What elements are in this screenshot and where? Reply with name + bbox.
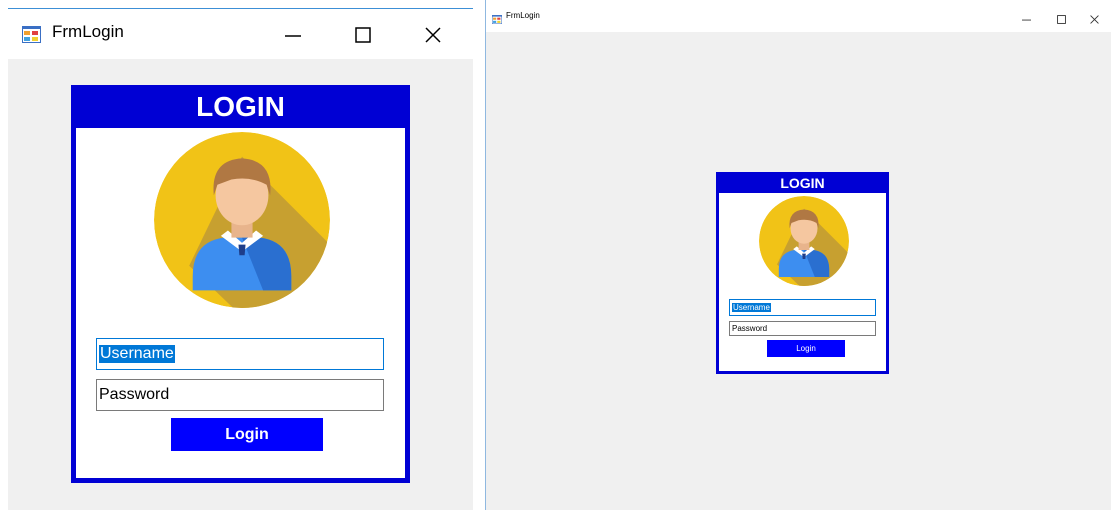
login-button-label: Login: [796, 344, 816, 353]
window-title: FrmLogin: [52, 22, 124, 41]
login-button[interactable]: Login: [767, 340, 845, 357]
maximize-icon: [355, 27, 371, 43]
login-panel: LOGIN Username Password Login: [716, 172, 889, 374]
login-button-label: Login: [225, 425, 269, 443]
password-text: Password: [732, 324, 768, 333]
minimize-icon: [285, 35, 301, 37]
maximize-icon: [1056, 14, 1066, 24]
login-window-small: FrmLogin LOGIN Username Password Login: [486, 0, 1111, 510]
close-icon: [425, 27, 441, 43]
winforms-app-icon[interactable]: [22, 26, 41, 48]
login-button[interactable]: Login: [171, 418, 323, 451]
user-avatar-icon: [154, 132, 330, 308]
login-header-text: LOGIN: [780, 174, 825, 191]
login-panel: LOGIN Username Password Login: [71, 85, 410, 483]
login-header: LOGIN: [71, 85, 410, 128]
username-text: Username: [99, 345, 175, 363]
winforms-app-icon[interactable]: [492, 11, 502, 29]
username-text: Username: [732, 303, 771, 312]
maximize-button[interactable]: [1051, 12, 1071, 26]
window-title: FrmLogin: [506, 11, 540, 20]
minimize-button[interactable]: [270, 19, 316, 51]
username-input[interactable]: Username: [96, 338, 384, 370]
login-header-text: LOGIN: [196, 90, 285, 122]
password-text: Password: [99, 386, 170, 403]
login-window-large: FrmLogin LOGIN Username Password Login: [8, 8, 473, 510]
close-button[interactable]: [410, 19, 456, 51]
user-avatar-icon: [759, 196, 849, 286]
username-input[interactable]: Username: [729, 299, 876, 316]
password-input[interactable]: Password: [96, 379, 384, 411]
maximize-button[interactable]: [340, 19, 386, 51]
title-bar[interactable]: FrmLogin: [486, 0, 1111, 32]
close-icon: [1089, 14, 1099, 24]
minimize-button[interactable]: [1016, 12, 1036, 26]
close-button[interactable]: [1084, 12, 1104, 26]
login-header: LOGIN: [716, 172, 889, 193]
password-input[interactable]: Password: [729, 321, 876, 336]
title-bar[interactable]: FrmLogin: [8, 9, 473, 59]
minimize-icon: [1021, 19, 1031, 21]
